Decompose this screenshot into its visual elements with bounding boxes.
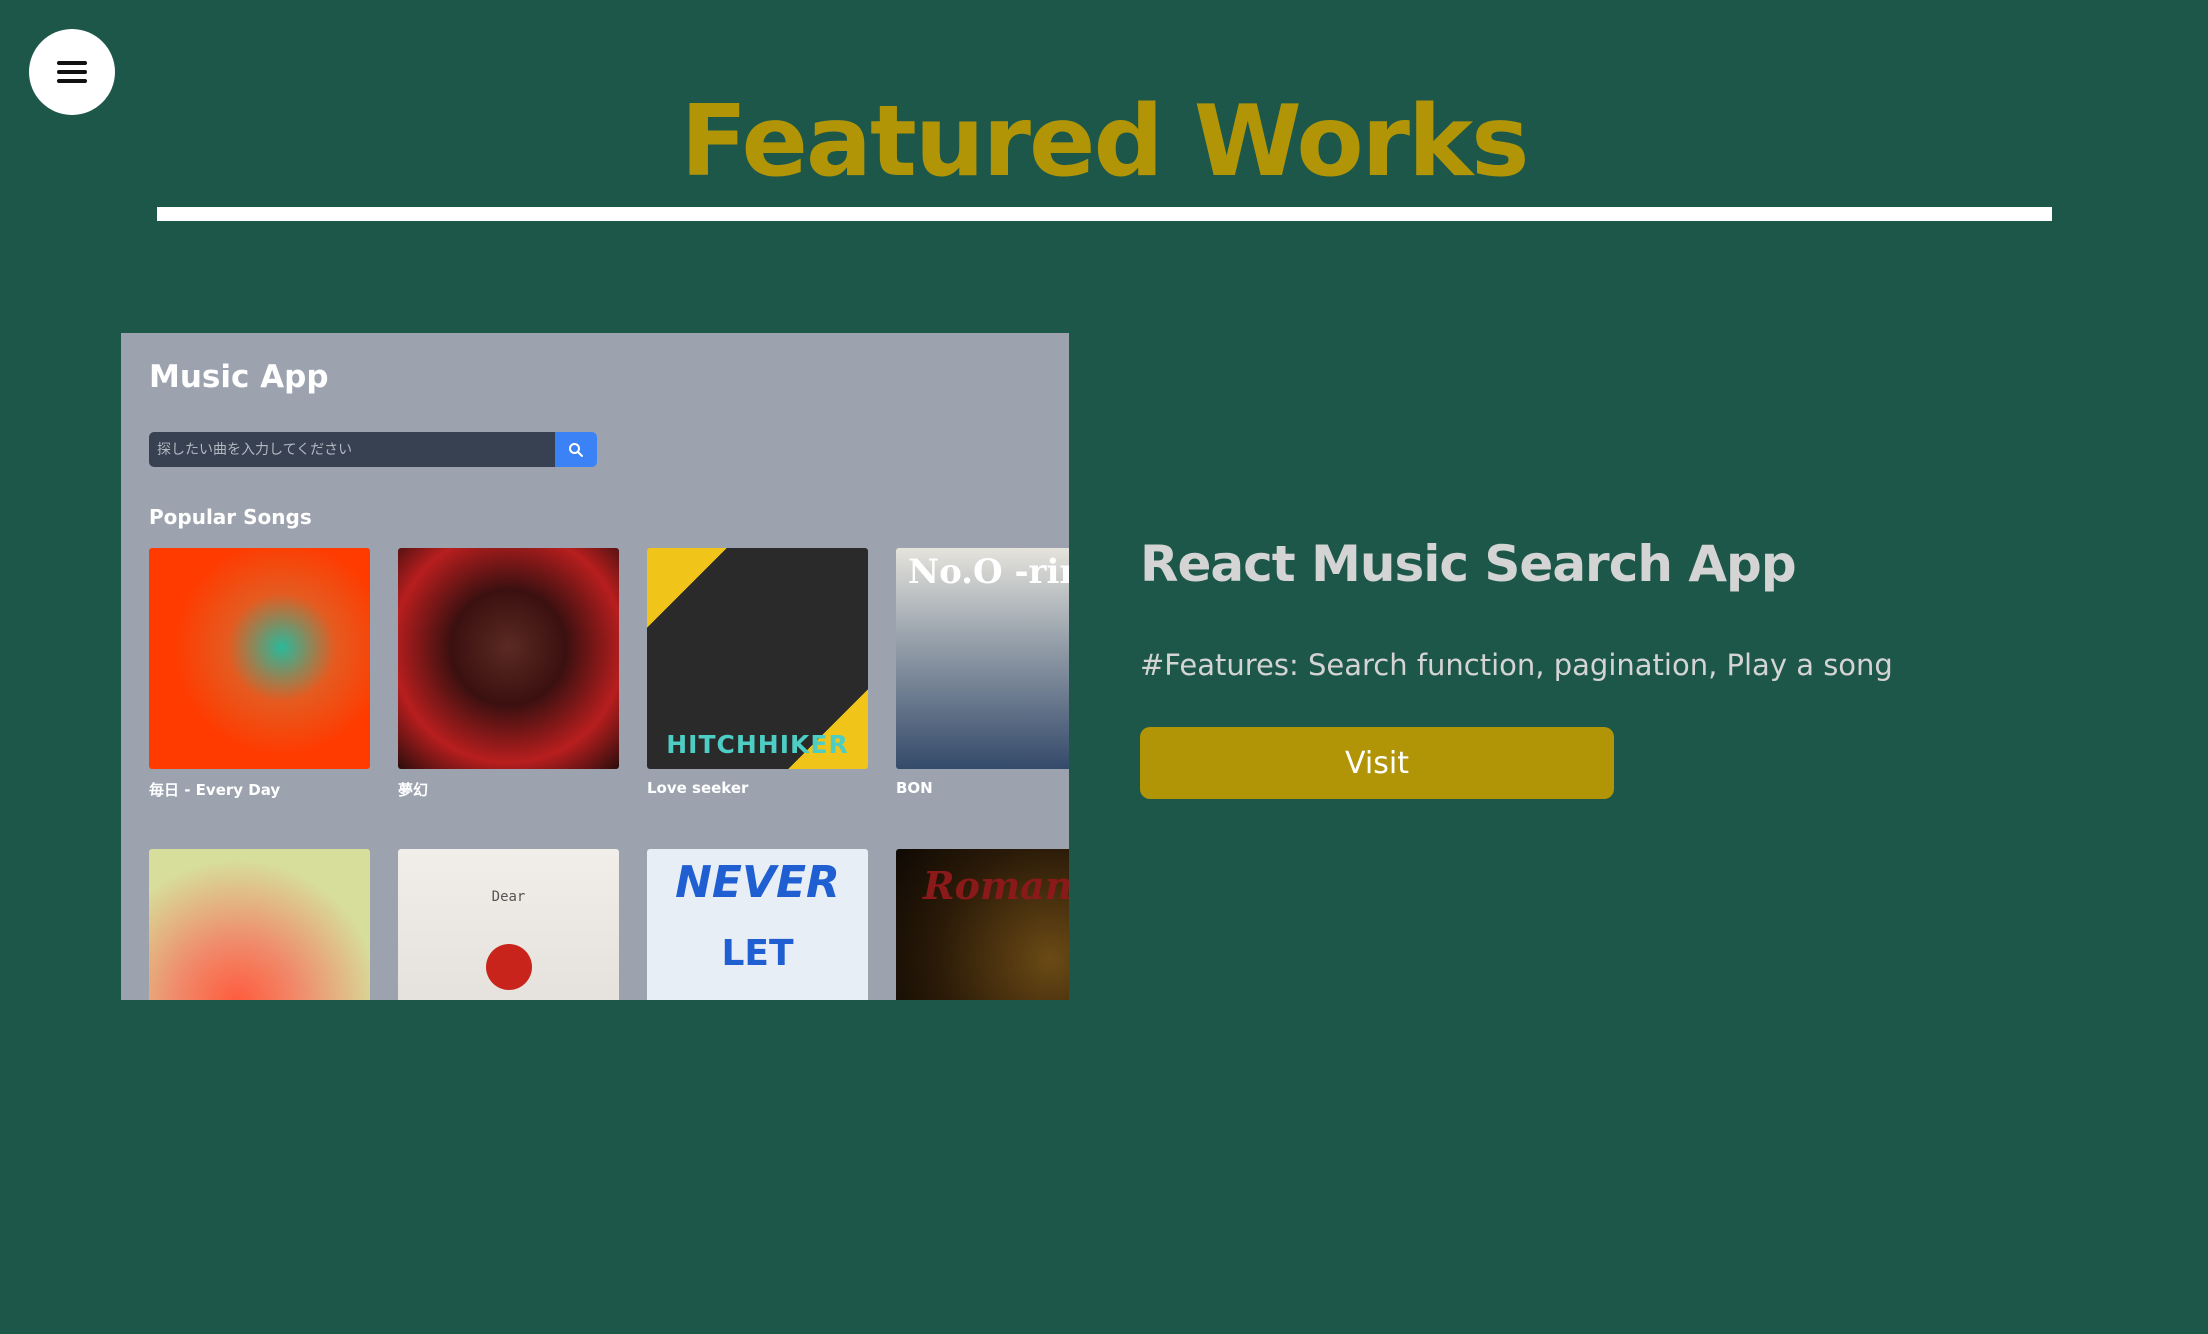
wax-seal <box>486 944 532 990</box>
song-card[interactable]: Dear <box>398 849 619 1000</box>
song-card[interactable]: 毎日 - Every Day <box>149 548 370 849</box>
song-title: 夢幻 <box>398 781 429 799</box>
preview-search-bar <box>149 432 597 467</box>
cover-text: HITCHHIKER <box>666 730 849 759</box>
hamburger-menu-icon <box>57 61 87 83</box>
song-card[interactable]: Romant <box>896 849 1069 1000</box>
song-card[interactable]: No.O -rin BON <box>896 548 1069 849</box>
cover-text: LET <box>721 933 794 974</box>
preview-app-title: Music App <box>149 359 329 395</box>
search-icon <box>569 442 583 457</box>
cover-text: Romant <box>923 863 1069 908</box>
cover-text: Dear <box>491 889 526 905</box>
page-title: Featured Works <box>680 85 1529 199</box>
title-divider <box>157 207 2052 221</box>
song-card[interactable]: 夢幻 <box>398 548 619 849</box>
cover-text: NEVER <box>675 857 840 908</box>
song-title: 毎日 - Every Day <box>149 781 281 799</box>
song-card[interactable] <box>149 849 370 1000</box>
visit-button[interactable]: Visit <box>1140 727 1614 799</box>
song-cover: Romant <box>896 849 1069 1000</box>
page: Featured Works Music App Popular Songs 毎… <box>0 0 2208 1334</box>
project-title: React Music Search App <box>1140 535 1797 593</box>
song-title: Love seeker <box>647 779 749 797</box>
song-cover: HITCHHIKER <box>647 548 868 769</box>
song-cover <box>149 849 370 1000</box>
preview-search-button[interactable] <box>555 432 597 467</box>
cover-text: No.O -rin <box>908 552 1069 592</box>
song-cover: No.O -rin <box>896 548 1069 769</box>
song-cover: Dear <box>398 849 619 1000</box>
song-card[interactable]: HITCHHIKER Love seeker <box>647 548 868 849</box>
popular-songs-heading: Popular Songs <box>149 505 312 529</box>
project-preview-image[interactable]: Music App Popular Songs 毎日 - Every Day 夢… <box>121 333 1069 1000</box>
song-title: BON <box>896 779 933 797</box>
song-cover <box>149 548 370 769</box>
song-cover <box>398 548 619 769</box>
song-card[interactable]: NEVER LET <box>647 849 868 1000</box>
preview-search-input[interactable] <box>149 432 555 467</box>
song-cover: NEVER LET <box>647 849 868 1000</box>
songs-grid: 毎日 - Every Day 夢幻 HITCHHIKER Love seeker… <box>149 548 1069 1000</box>
project-features: #Features: Search function, pagination, … <box>1140 648 1893 682</box>
